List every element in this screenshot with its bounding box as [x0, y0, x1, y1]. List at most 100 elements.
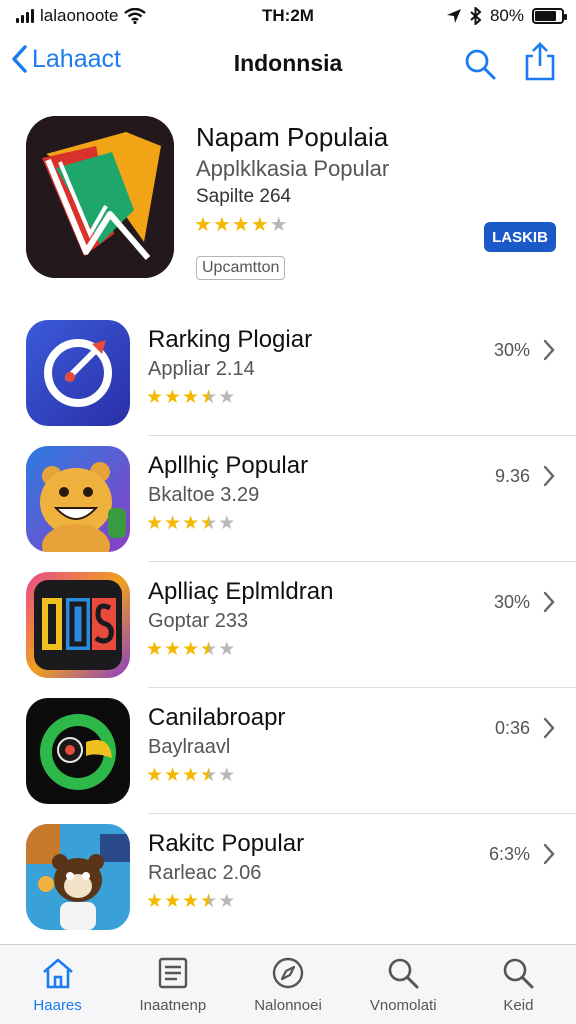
app-value: 9.36 [494, 466, 530, 486]
list-item[interactable]: Aplliaç Eplmldran Goptar 233 ★★★★★ 30% [0, 562, 576, 688]
star-filled-icon: ★ [231, 214, 251, 236]
tab-label: Haares [33, 997, 82, 1014]
star-filled-icon: ★ [182, 513, 201, 534]
app-title: Rakitc Popular [148, 830, 305, 857]
tab-label: Inaatnenp [139, 997, 207, 1014]
star-filled-icon: ★ [182, 765, 201, 786]
star-filled-icon: ★ [146, 765, 165, 786]
star-filled-icon: ★ [146, 513, 165, 534]
star-rating: ★★★★★ [146, 764, 236, 787]
star-empty-icon: ★ [218, 891, 237, 912]
share-icon[interactable] [522, 42, 558, 82]
star-filled-icon: ★ [182, 891, 201, 912]
app-title: Rarking Plogiar [148, 326, 313, 353]
app-title: Apllhiç Popular [148, 452, 309, 479]
star-filled-icon: ★ [164, 891, 183, 912]
tab-label: Keid [503, 997, 534, 1014]
featured-app-size: Sapilte 264 [196, 186, 292, 207]
star-half-icon: ★ [200, 639, 219, 660]
list-item[interactable]: Apllhiç Popular Bkaltoe 3.29 ★★★★★ 9.36 [0, 436, 576, 562]
featured-app[interactable]: Napam Populaia Applklkasia Popular Sapil… [0, 112, 576, 290]
get-button[interactable]: LASKIB [484, 222, 556, 252]
tab-home[interactable]: Haares [0, 945, 115, 1024]
chevron-right-icon [543, 843, 555, 865]
home-icon [42, 958, 73, 989]
featured-app-icon [26, 116, 174, 278]
star-filled-icon: ★ [164, 387, 183, 408]
star-filled-icon: ★ [182, 639, 201, 660]
tab-search[interactable]: Vnomolati [346, 945, 461, 1024]
star-half-icon: ★ [200, 765, 219, 786]
featured-app-subtitle: Applklkasia Popular [196, 156, 390, 181]
app-value: 0:36 [494, 718, 530, 738]
chevron-right-icon [543, 339, 555, 361]
app-subtitle: Appliar 2.14 [148, 358, 255, 380]
hamster-mascot-icon [26, 824, 130, 930]
chevron-right-icon [543, 465, 555, 487]
compass-icon [272, 957, 304, 989]
app-subtitle: Bkaltoe 3.29 [148, 484, 260, 506]
battery-fill [535, 11, 556, 21]
app-value: 30% [493, 340, 530, 360]
app-value: 30% [493, 592, 530, 612]
battery-icon [532, 8, 567, 24]
star-filled-icon: ★ [164, 639, 183, 660]
star-filled-icon: ★ [212, 214, 232, 236]
star-filled-icon: ★ [146, 891, 165, 912]
app-value: 6:3% [488, 844, 530, 864]
star-filled-icon: ★ [164, 513, 183, 534]
location-icon [446, 9, 461, 23]
list-item[interactable]: Canilabroapr Baylraavl ★★★★★ 0:36 [0, 688, 576, 814]
app-subtitle: Baylraavl [148, 736, 231, 758]
tab-list[interactable]: Inaatnenp [115, 945, 230, 1024]
chevron-right-icon [543, 717, 555, 739]
app-title: Canilabroapr [148, 704, 286, 731]
star-empty-icon: ★ [218, 387, 237, 408]
star-rating: ★★★★★ [146, 512, 236, 535]
star-empty-icon: ★ [218, 639, 237, 660]
featured-app-title: Napam Populaia [196, 122, 389, 152]
app-subtitle: Goptar 233 [148, 610, 249, 632]
star-rating: ★★★★★ [146, 386, 236, 409]
chevron-right-icon [543, 591, 555, 613]
search-icon [504, 958, 534, 989]
search-icon [388, 958, 419, 989]
app-list: Rarking Plogiar Appliar 2.14 ★★★★★ 30% A… [0, 310, 576, 940]
star-half-icon: ★ [200, 387, 219, 408]
battery-percent: 80% [489, 6, 524, 25]
star-filled-icon: ★ [146, 639, 165, 660]
star-rating: ★★★★★ [146, 890, 236, 913]
tab-search-2[interactable]: Keid [461, 945, 576, 1024]
rocket-circle-icon [26, 320, 130, 426]
star-half-icon: ★ [200, 513, 219, 534]
star-filled-icon: ★ [146, 387, 165, 408]
bluetooth-icon [470, 7, 482, 25]
tab-compass[interactable]: Nalonnoei [230, 945, 345, 1024]
tab-bar: Haares Inaatnenp Nalonnoei Vnomolati Kei… [0, 944, 576, 1024]
star-filled-icon: ★ [194, 214, 213, 236]
star-filled-icon: ★ [182, 387, 201, 408]
star-filled-icon: ★ [250, 214, 270, 236]
star-half-icon: ★ [200, 891, 219, 912]
list-item[interactable]: Rarking Plogiar Appliar 2.14 ★★★★★ 30% [0, 310, 576, 436]
nav-bar: Lahaact Indonnsia [0, 34, 576, 94]
list-icon [158, 957, 187, 989]
star-empty-icon: ★ [218, 765, 237, 786]
letters-tile-icon [26, 572, 130, 678]
tab-label: Vnomolati [369, 997, 437, 1014]
star-empty-icon: ★ [218, 513, 237, 534]
list-item[interactable]: Rakitc Popular Rarleac 2.06 ★★★★★ 6:3% [0, 814, 576, 940]
bear-mascot-icon [26, 446, 130, 552]
star-rating: ★★★★★ [146, 638, 236, 661]
featured-tag: Upcamtton [196, 256, 286, 280]
star-filled-icon: ★ [164, 765, 183, 786]
app-title: Aplliaç Eplmldran [148, 578, 334, 605]
search-icon[interactable] [462, 46, 498, 82]
app-subtitle: Rarleac 2.06 [148, 862, 262, 884]
star-empty-icon: ★ [269, 214, 289, 236]
green-eye-icon [26, 698, 130, 804]
star-rating: ★★★★★ [194, 212, 289, 237]
status-bar: lalaonoote TH:2M 80% [0, 0, 576, 34]
tab-label: Nalonnoei [254, 997, 322, 1014]
status-right: 80% [446, 6, 567, 26]
